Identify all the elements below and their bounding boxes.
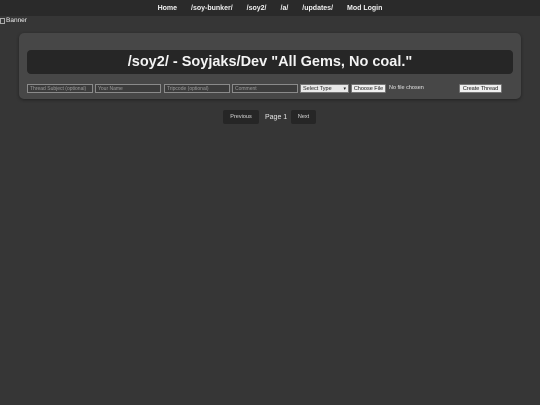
file-status-text: No file chosen (389, 85, 424, 91)
broken-image-icon (0, 17, 5, 24)
create-thread-button[interactable]: Create Thread (459, 84, 502, 93)
current-page-label: Page 1 (265, 113, 288, 121)
previous-page-button[interactable]: Previous (223, 110, 259, 124)
nav-home-link[interactable]: Home (151, 5, 184, 12)
new-thread-form: Select Type ▾ Choose File No file chosen… (27, 84, 517, 93)
type-select[interactable]: Select Type ▾ (300, 84, 349, 93)
pagination: Previous Page 1 Next (0, 110, 540, 124)
name-input[interactable] (95, 84, 161, 93)
nav-soy2-link[interactable]: /soy2/ (240, 5, 274, 12)
next-page-button[interactable]: Next (291, 110, 316, 124)
thread-subject-input[interactable] (27, 84, 93, 93)
banner-alt-text: Banner (6, 17, 27, 24)
top-nav: Home /soy-bunker/ /soy2/ /a/ /updates/ M… (0, 0, 540, 16)
nav-soy-bunker-link[interactable]: /soy-bunker/ (184, 5, 240, 12)
chevron-down-icon: ▾ (343, 86, 346, 92)
comment-input[interactable] (232, 84, 298, 93)
type-select-value: Select Type (303, 85, 332, 92)
nav-a-link[interactable]: /a/ (274, 5, 296, 12)
nav-updates-link[interactable]: /updates/ (295, 5, 340, 12)
board-title: /soy2/ - Soyjaks/Dev "All Gems, No coal.… (27, 50, 513, 74)
choose-file-button[interactable]: Choose File (351, 84, 386, 93)
nav-mod-login-link[interactable]: Mod Login (340, 5, 389, 12)
tripcode-input[interactable] (164, 84, 230, 93)
board-header-panel: /soy2/ - Soyjaks/Dev "All Gems, No coal.… (19, 33, 521, 99)
banner-image: Banner (0, 16, 27, 25)
